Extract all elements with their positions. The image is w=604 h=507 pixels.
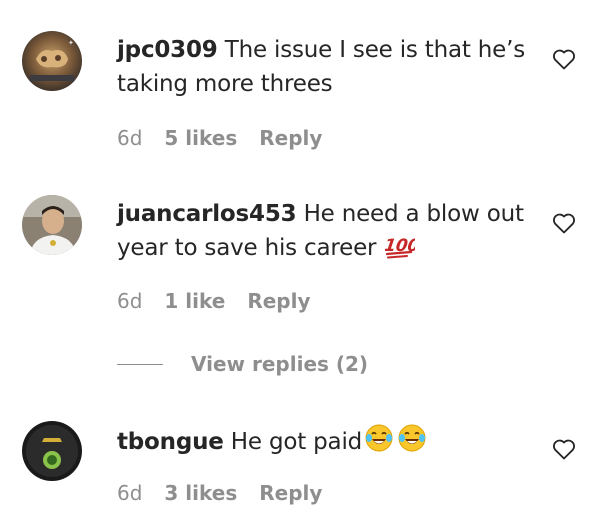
divider: [117, 363, 163, 365]
heart-icon[interactable]: [552, 48, 576, 70]
comment-body: tbongue He got paid: [117, 423, 537, 463]
hundred-points-icon: 100: [383, 233, 421, 269]
comment-likes[interactable]: 5 likes: [164, 126, 237, 150]
comment-meta: 6d 5 likes Reply: [117, 126, 344, 150]
face-with-tears-of-joy-icon: [364, 423, 427, 463]
view-replies-button[interactable]: View replies (2): [117, 352, 368, 376]
heart-icon[interactable]: [552, 438, 576, 460]
reply-button[interactable]: Reply: [259, 481, 322, 505]
comment-time[interactable]: 6d: [117, 481, 142, 505]
reply-button[interactable]: Reply: [259, 126, 322, 150]
avatar[interactable]: ✦: [22, 31, 82, 91]
comment-username[interactable]: juancarlos453: [117, 201, 297, 227]
heart-icon[interactable]: [552, 212, 576, 234]
comment-text: He got paid: [230, 429, 363, 455]
comment-body: juancarlos453 He need a blow out year to…: [117, 197, 537, 269]
comment-username[interactable]: tbongue: [117, 429, 224, 455]
comment-time[interactable]: 6d: [117, 126, 142, 150]
comment-likes[interactable]: 1 like: [164, 289, 225, 313]
avatar[interactable]: [22, 195, 82, 255]
comment-likes[interactable]: 3 likes: [164, 481, 237, 505]
comment-time[interactable]: 6d: [117, 289, 142, 313]
view-replies-label: View replies (2): [191, 352, 369, 376]
comment-meta: 6d 1 like Reply: [117, 289, 333, 313]
comment-username[interactable]: jpc0309: [117, 37, 218, 63]
comment-body: jpc0309 The issue I see is that he’s tak…: [117, 33, 537, 101]
comment-meta: 6d 3 likes Reply: [117, 481, 344, 505]
svg-text:✦: ✦: [68, 39, 74, 47]
avatar[interactable]: [22, 421, 82, 481]
reply-button[interactable]: Reply: [247, 289, 310, 313]
